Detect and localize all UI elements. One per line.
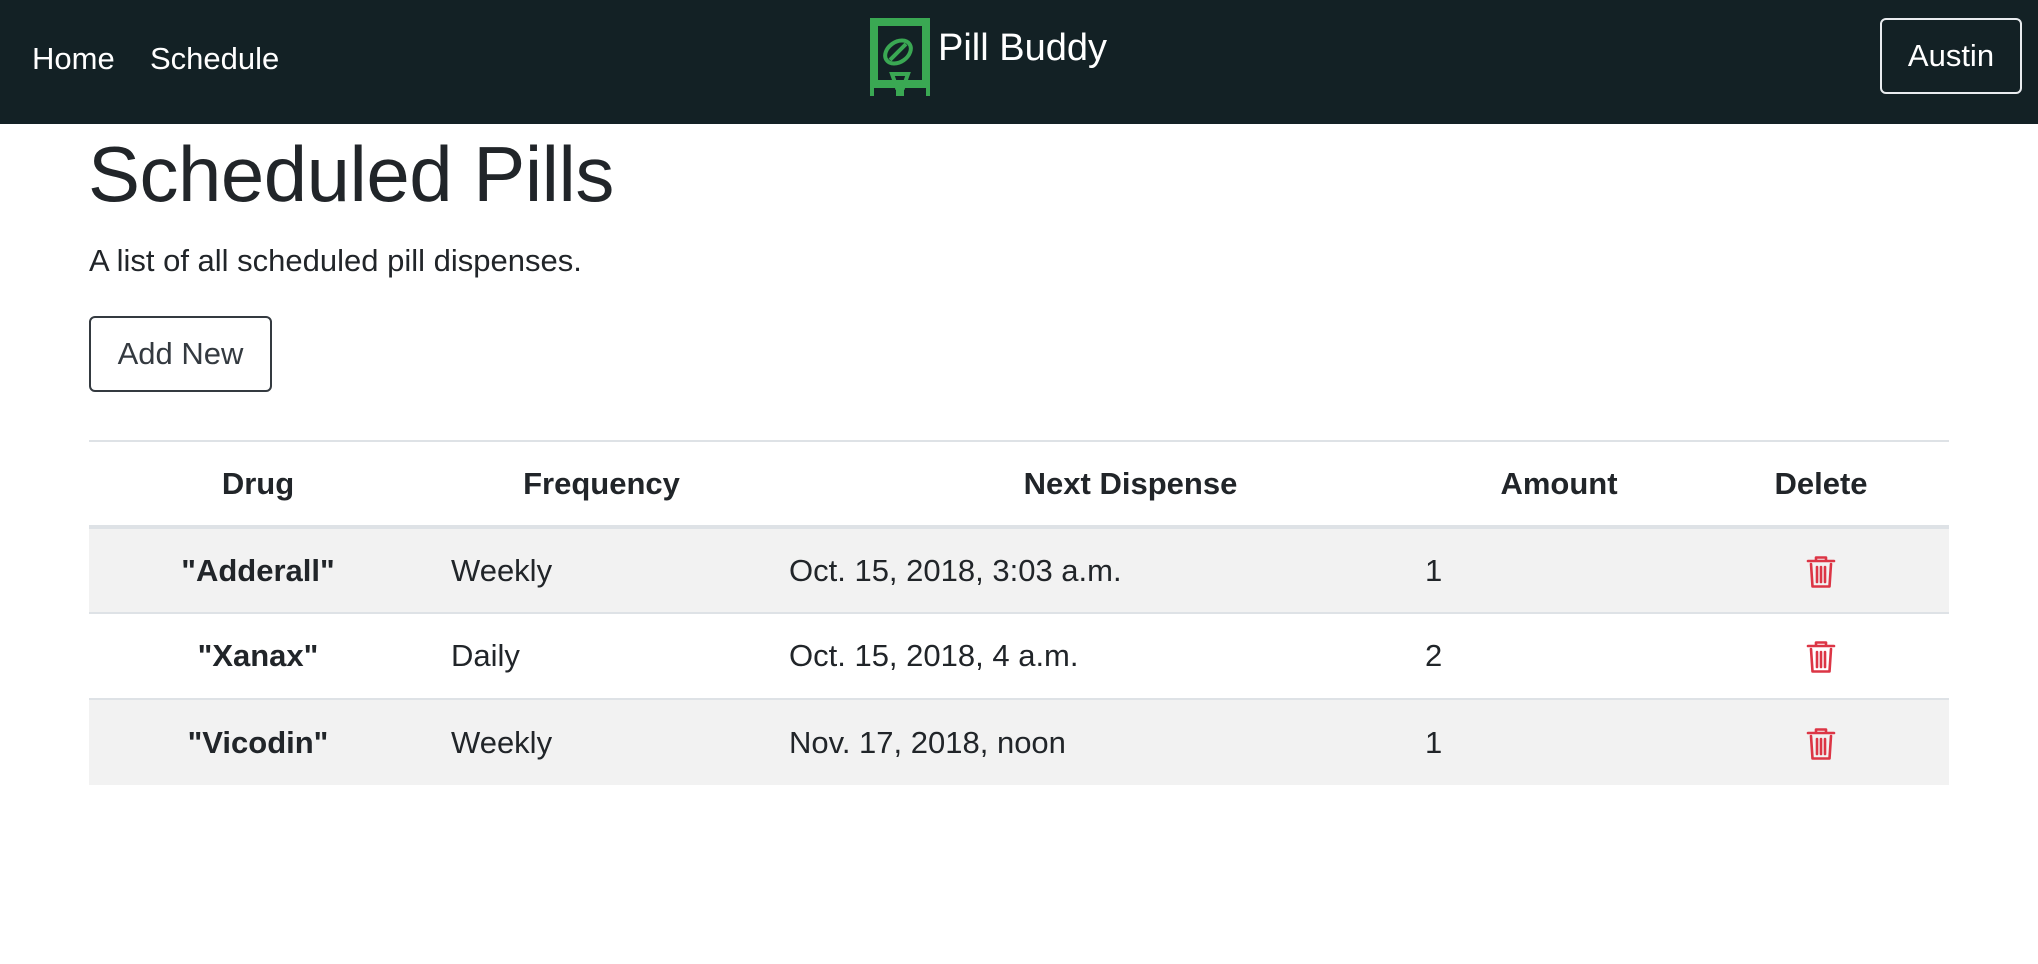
- schedule-table: Drug Frequency Next Dispense Amount Dele…: [89, 440, 1949, 785]
- table-row: "Vicodin" Weekly Nov. 17, 2018, noon 1: [89, 698, 1949, 785]
- drug-cell: "Adderall": [89, 526, 427, 613]
- nav-schedule-link[interactable]: Schedule: [150, 40, 279, 78]
- table-header-row: Drug Frequency Next Dispense Amount Dele…: [89, 440, 1949, 529]
- header-amount: Amount: [1425, 440, 1693, 529]
- delete-cell: [1693, 698, 1949, 785]
- delete-cell: [1693, 612, 1949, 699]
- trash-icon[interactable]: [1806, 555, 1836, 589]
- page-subtitle: A list of all scheduled pill dispenses.: [89, 243, 582, 278]
- next-dispense-cell: Nov. 17, 2018, noon: [776, 698, 1425, 785]
- navbar: Home Schedule Pill Buddy Austin: [0, 0, 2038, 124]
- nav-home-link[interactable]: Home: [32, 40, 115, 78]
- next-dispense-cell: Oct. 15, 2018, 4 a.m.: [776, 612, 1425, 699]
- header-next-dispense: Next Dispense: [776, 440, 1425, 529]
- next-dispense-cell: Oct. 15, 2018, 3:03 a.m.: [776, 526, 1425, 613]
- amount-cell: 1: [1425, 526, 1693, 613]
- brand[interactable]: Pill Buddy: [868, 16, 1107, 98]
- drug-cell: "Xanax": [89, 612, 427, 699]
- amount-cell: 2: [1425, 612, 1693, 699]
- add-new-button[interactable]: Add New: [89, 316, 272, 392]
- delete-cell: [1693, 526, 1949, 613]
- header-delete: Delete: [1693, 440, 1949, 529]
- table-row: "Xanax" Daily Oct. 15, 2018, 4 a.m. 2: [89, 612, 1949, 699]
- trash-icon[interactable]: [1806, 727, 1836, 761]
- brand-name: Pill Buddy: [938, 27, 1107, 69]
- pill-dispenser-icon: [870, 18, 930, 96]
- table-row: "Adderall" Weekly Oct. 15, 2018, 3:03 a.…: [89, 526, 1949, 613]
- drug-cell: "Vicodin": [89, 698, 427, 785]
- header-frequency: Frequency: [427, 440, 776, 529]
- user-menu-button[interactable]: Austin: [1880, 18, 2022, 94]
- frequency-cell: Weekly: [427, 526, 776, 613]
- header-drug: Drug: [89, 440, 427, 529]
- trash-icon[interactable]: [1806, 640, 1836, 674]
- frequency-cell: Weekly: [427, 698, 776, 785]
- page-title: Scheduled Pills: [88, 130, 614, 218]
- amount-cell: 1: [1425, 698, 1693, 785]
- frequency-cell: Daily: [427, 612, 776, 699]
